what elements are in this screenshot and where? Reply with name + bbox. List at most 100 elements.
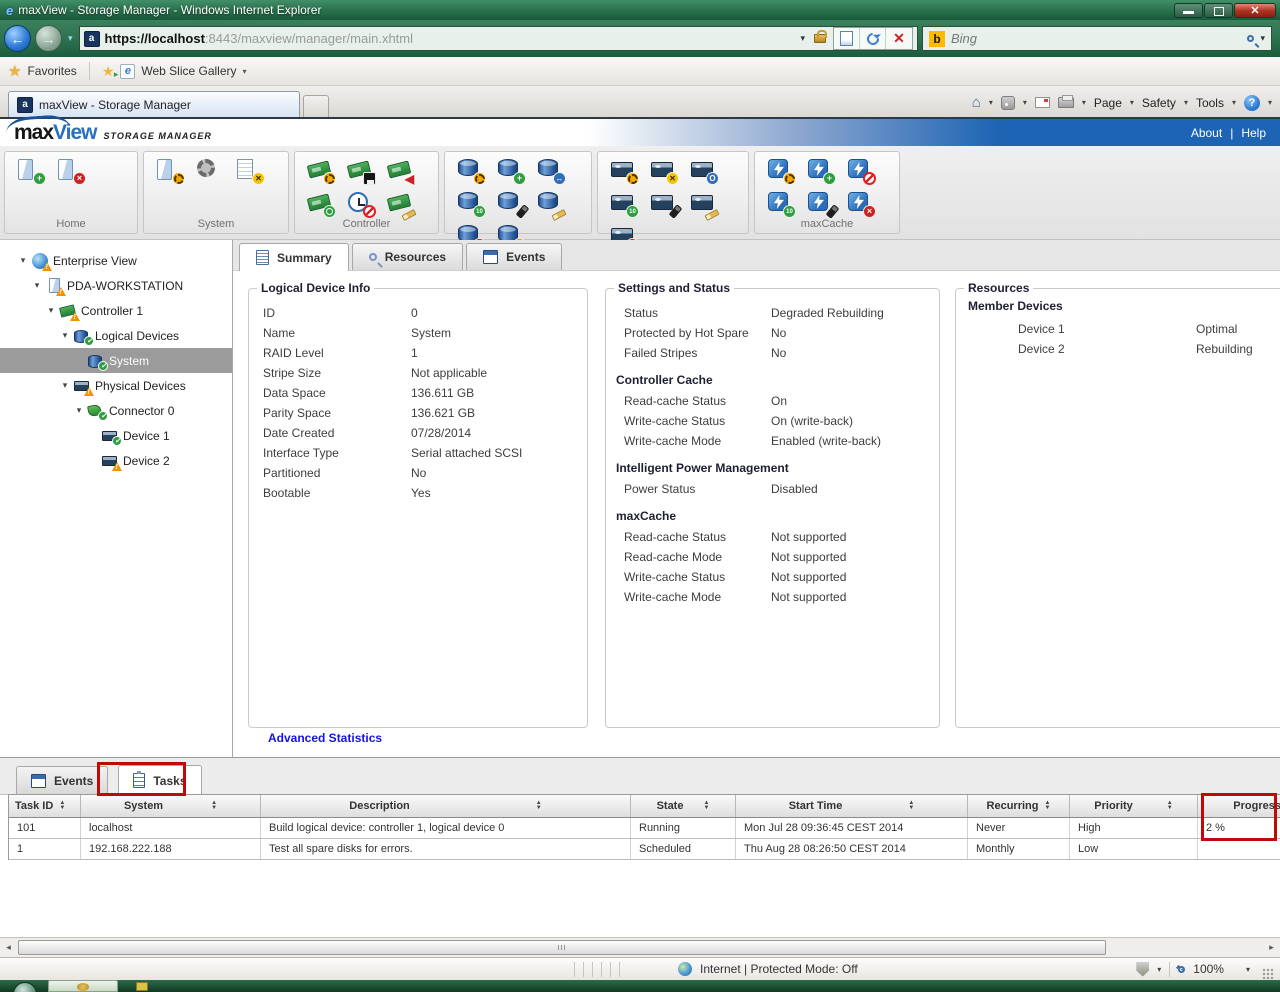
about-link[interactable]: About [1191,126,1222,140]
tab-events-bottom[interactable]: Events [16,766,108,794]
web-slice-icon[interactable]: e [120,64,135,79]
stop-button[interactable]: ✕ [886,28,912,49]
expander-icon[interactable] [32,280,42,291]
tree-item-physical-devices[interactable]: Physical Devices [0,373,232,398]
tab-summary[interactable]: Summary [239,243,349,271]
col-priority[interactable]: Priority [1070,795,1198,817]
tree-item-pda-workstation[interactable]: PDA-WORKSTATION [0,273,232,298]
col-system[interactable]: System [81,795,261,817]
logical-settings-icon[interactable] [457,157,484,184]
search-icon[interactable] [1247,35,1254,42]
erase-physical-icon[interactable] [690,190,717,217]
horizontal-scrollbar[interactable]: ◂ ▸ [0,937,1280,957]
save-config-icon[interactable] [347,157,374,184]
scroll-right-icon[interactable]: ▸ [1263,942,1280,953]
raid10-physical-icon[interactable]: 10 [610,190,637,217]
new-tab-stub[interactable] [303,95,329,117]
safety-menu[interactable]: Safety [1142,96,1176,110]
start-button[interactable] [13,982,37,992]
tree-item-system-selected[interactable]: System [0,348,232,373]
manage-configuration-icon[interactable] [196,157,223,184]
restore-button[interactable] [1204,3,1233,18]
advanced-statistics-link[interactable]: Advanced Statistics [268,731,382,745]
rescan-icon[interactable] [307,190,334,217]
system-settings-icon[interactable] [156,157,183,184]
restore-config-icon[interactable]: ◀ [387,157,414,184]
sort-icon[interactable] [908,801,914,811]
create-maxcache-icon[interactable]: + [807,157,834,184]
search-dropdown-icon[interactable]: ▾ [1260,33,1265,44]
tab-events[interactable]: Events [466,243,562,270]
taskbar-tray-icon[interactable] [136,982,148,991]
feeds-icon[interactable] [1001,96,1015,110]
locate-physical-icon[interactable] [650,190,677,217]
home-icon[interactable]: ⌂ [972,94,981,111]
silence-alarm-icon[interactable] [347,190,374,217]
delete-system-icon[interactable]: × [57,157,84,184]
tab-resources[interactable]: Resources [352,243,463,270]
zoom-dropdown-icon[interactable]: ▾ [1246,965,1250,974]
maxcache-settings-icon[interactable] [767,157,794,184]
favorites-label[interactable]: Favorites [27,64,76,78]
raid10-maxcache-icon[interactable]: 10 [767,190,794,217]
expand-logical-icon[interactable]: ↔ [537,157,564,184]
erase-controller-icon[interactable] [387,190,414,217]
disable-maxcache-icon[interactable] [847,157,874,184]
scrollbar-thumb[interactable] [18,940,1106,955]
tab-tasks-bottom[interactable]: Tasks [118,765,201,795]
locate-maxcache-icon[interactable] [807,190,834,217]
sort-icon[interactable] [211,801,217,811]
add-favorite-icon[interactable]: ★ [102,63,115,80]
col-recurring[interactable]: Recurring [968,795,1070,817]
resize-grip[interactable] [1262,968,1274,980]
tools-menu[interactable]: Tools [1196,96,1224,110]
taskbar-app-button[interactable] [48,980,118,992]
home-dropdown-icon[interactable]: ▾ [989,98,993,107]
web-slice-dropdown-icon[interactable]: ▾ [243,67,247,76]
col-task-id[interactable]: Task ID [9,795,81,817]
close-button[interactable] [1234,3,1276,18]
expander-icon[interactable] [60,330,70,341]
tools-dropdown-icon[interactable]: ▾ [1232,98,1236,107]
col-progress[interactable]: Progress [1198,795,1280,817]
tree-item-enterprise-view[interactable]: Enterprise View [0,248,232,273]
col-start-time[interactable]: Start Time [736,795,968,817]
clear-logs-icon[interactable]: ✕ [236,157,263,184]
url-text[interactable]: https://localhost:8443/maxview/manager/m… [105,31,413,46]
col-description[interactable]: Description [261,795,631,817]
forward-button[interactable]: → [35,25,62,52]
scroll-left-icon[interactable]: ◂ [0,942,17,953]
task-row[interactable]: 1 192.168.222.188 Test all spare disks f… [9,839,1280,860]
print-icon[interactable] [1058,97,1074,108]
create-logical-icon[interactable]: + [497,157,524,184]
refresh-button[interactable] [860,28,886,49]
minimize-button[interactable] [1174,3,1203,18]
expander-icon[interactable] [74,405,84,416]
sort-icon[interactable] [536,801,542,811]
favorites-star-icon[interactable]: ★ [8,62,21,80]
address-bar[interactable]: a https://localhost:8443/maxview/manager… [79,26,918,51]
page-menu[interactable]: Page [1094,96,1122,110]
tree-item-device-1[interactable]: Device 1 [0,423,232,448]
expander-icon[interactable] [18,255,28,266]
search-box[interactable]: b Bing ▾ [922,26,1272,51]
zoom-level[interactable]: 100% [1193,962,1224,976]
shield-dropdown-icon[interactable]: ▾ [1157,965,1161,974]
help-dropdown-icon[interactable]: ▾ [1268,98,1272,107]
sort-icon[interactable] [1167,801,1173,811]
erase-logical-icon[interactable] [537,190,564,217]
print-dropdown-icon[interactable]: ▾ [1082,98,1086,107]
expander-icon[interactable] [46,305,56,316]
delete-maxcache-icon[interactable]: × [847,190,874,217]
web-slice-label[interactable]: Web Slice Gallery [141,64,236,78]
power-physical-icon[interactable]: O [690,157,717,184]
controller-settings-icon[interactable] [307,157,334,184]
history-dropdown-icon[interactable]: ▾ [68,33,73,44]
tree-item-device-2[interactable]: Device 2 [0,448,232,473]
tree-item-controller-1[interactable]: Controller 1 [0,298,232,323]
browser-tab-active[interactable]: a maxView - Storage Manager [8,91,300,117]
page-dropdown-icon[interactable]: ▾ [1130,98,1134,107]
task-row[interactable]: 101 localhost Build logical device: cont… [9,818,1280,839]
back-button[interactable]: ← [4,25,31,52]
sort-icon[interactable] [703,801,709,811]
